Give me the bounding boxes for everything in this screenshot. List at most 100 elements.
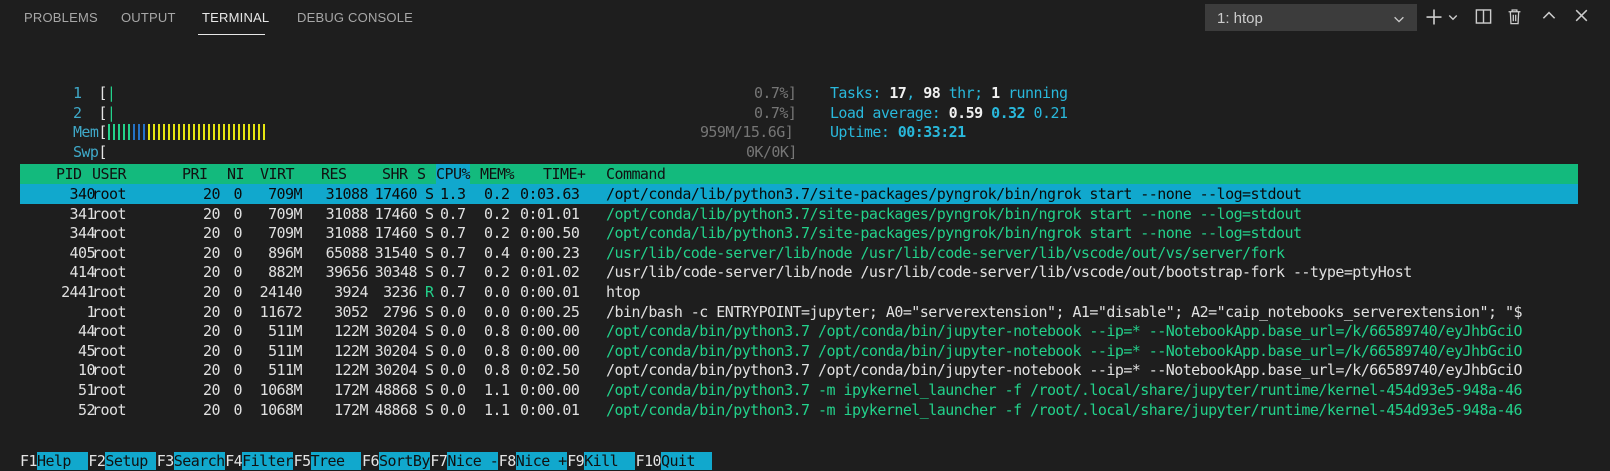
fkey-f1[interactable]: F1Help [20,451,88,471]
shr-cell: 17460 [374,224,418,243]
state-cell: S [425,243,434,262]
tab-output[interactable]: OUTPUT [121,10,176,25]
fkey-action: Tree [310,452,362,470]
table-row[interactable]: 51 root 20 0 1068M 172M 48868 S 0.0 1.1 0:00.00/op… [20,380,1578,400]
fkey-key: F10 [635,452,662,470]
panel-header: PROBLEMS OUTPUT TERMINAL DEBUG CONSOLE 1… [0,0,1610,38]
table-row[interactable]: 52 root 20 0 1068M 172M 48868 S 0.0 1.1 0:00.01/op… [20,400,1578,420]
user-cell: root [92,381,126,399]
ni-cell: 0 [233,302,243,321]
state-cell: S [425,400,434,419]
header-time[interactable]: TIME+ [543,164,586,184]
header-user[interactable]: USER [92,164,126,184]
res-cell: 31088 [325,204,369,223]
cpu-cell: 1.3 [440,185,466,203]
trash-icon[interactable] [1505,7,1524,26]
command-cell: /opt/conda/lib/python3.7/site-packages/p… [606,204,1302,223]
fkey-f5[interactable]: F5Tree [294,451,362,471]
fkey-f4[interactable]: F4Filter [225,451,294,471]
terminal-view[interactable]: 1 [| 0.7%] 2 [| 0.7%] Mem[ 959M/15.6G] S… [0,38,1610,470]
tab-problems[interactable]: PROBLEMS [24,10,98,25]
mem-cell: 0.2 [484,224,510,243]
swap-meter: Swp[ [72,143,108,161]
ni-cell: 0 [233,322,243,341]
time-cell: 0:00.00 [520,381,580,399]
time-cell: 0:00.00 [520,341,580,360]
time-cell: 0:00.25 [520,302,580,321]
header-virt[interactable]: VIRT [260,164,294,184]
add-icon[interactable] [1424,7,1444,27]
fkey-action: Help [36,452,88,470]
fkey-f6[interactable]: F6SortBy [362,451,430,471]
fkey-action: Kill [584,452,636,470]
time-cell: 0:00.01 [520,400,580,419]
tab-terminal[interactable]: TERMINAL [202,10,269,25]
table-row[interactable]: 1 root 20 0 11672 3052 2796 S 0.0 0.0 0:00.25/bin/… [20,302,1578,322]
virt-cell: 511M [268,341,302,360]
swap-label: Swp [72,143,99,161]
header-pri[interactable]: PRI [182,164,208,184]
table-row[interactable]: 341 root 20 0 709M 31088 17460 S 0.7 0.2 0:01.01/o… [20,204,1578,224]
fkey-f8[interactable]: F8Nice + [499,451,567,471]
header-ni[interactable]: NI [227,164,245,184]
res-cell: 3924 [334,283,368,301]
fkey-key: F8 [498,452,517,470]
cpu-cell: 0.7 [440,243,466,262]
header-mem[interactable]: MEM% [480,164,514,184]
pri-cell: 20 [203,322,221,341]
table-row[interactable]: 405 root 20 0 896M 65088 31540 S 0.7 0.4 0:00.23/u… [20,243,1578,263]
header-state[interactable]: S [417,164,426,184]
swap-value: 0K/0K] [745,143,797,161]
cpu-cell: 0.7 [440,224,466,243]
state-cell: R [425,283,434,301]
table-row[interactable]: 10 root 20 0 511M 122M 30204 S 0.0 0.8 0:02.50/opt… [20,360,1578,380]
table-row[interactable]: 45 root 20 0 511M 122M 30204 S 0.0 0.8 0:00.00/opt… [20,341,1578,361]
fkey-key: F6 [362,452,380,470]
shr-cell: 30348 [374,263,418,282]
terminal-selector[interactable]: 1: htop [1205,4,1417,31]
tab-debug-console[interactable]: DEBUG CONSOLE [297,10,413,25]
virt-cell: 709M [268,204,302,223]
fkey-f7[interactable]: F7Nice - [430,451,499,471]
split-icon[interactable] [1474,7,1493,26]
header-shr[interactable]: SHR [382,164,408,184]
fkey-key: F2 [88,452,106,470]
fkey-f10[interactable]: F10Quit [636,451,712,471]
virt-cell: 882M [268,263,302,282]
ni-cell: 0 [233,224,243,243]
fkey-key: F7 [430,452,448,470]
fkey-action: SortBy [378,452,430,470]
pri-cell: 20 [203,185,221,203]
cpu-cell: 0.0 [440,400,466,419]
fkey-f3[interactable]: F3Search [157,451,225,471]
cpu-cell: 0.0 [440,361,466,380]
fkey-key: F4 [225,452,243,470]
header-cpu[interactable]: CPU% [436,164,470,184]
close-icon[interactable] [1573,7,1590,24]
time-cell: 0:00.50 [520,224,580,243]
fkey-f2[interactable]: F2Setup [88,451,157,471]
table-row[interactable]: 414 root 20 0 882M 39656 30348 S 0.7 0.2 0:01.02/u… [20,262,1578,282]
fkey-f9[interactable]: F9Kill [567,451,636,471]
virt-cell: 1068M [259,381,303,399]
res-cell: 31088 [325,224,369,243]
mem-bar-cell [262,123,267,140]
header-res[interactable]: RES [321,164,347,184]
table-row[interactable]: 44 root 20 0 511M 122M 30204 S 0.0 0.8 0:00.00/opt… [20,321,1578,341]
shr-cell: 30204 [374,322,418,341]
shr-cell: 48868 [374,381,418,399]
cpu-cell: 0.7 [440,204,466,223]
user-cell: root [92,341,126,360]
header-command[interactable]: Command [606,164,666,184]
fkey-action: Nice - [447,452,499,470]
res-cell: 122M [334,361,368,380]
table-row[interactable]: 2441 root 20 0 24140 3924 3236 R 0.7 0.0 0:00.01 ht… [20,282,1578,302]
chevron-down-icon[interactable] [1447,11,1459,23]
cpu1-percent: 0.7%] [753,84,797,102]
chevron-up-icon[interactable] [1540,7,1558,25]
res-cell: 172M [334,381,368,399]
table-row[interactable]: 340 root 20 0 709M 31088 17460 S 1.3 0.2 0:03.63/o… [20,184,1578,204]
header-pid[interactable]: PID [56,164,82,184]
virt-cell: 511M [268,322,302,341]
table-row[interactable]: 344 root 20 0 709M 31088 17460 S 0.7 0.2 0:00.50/o… [20,223,1578,243]
